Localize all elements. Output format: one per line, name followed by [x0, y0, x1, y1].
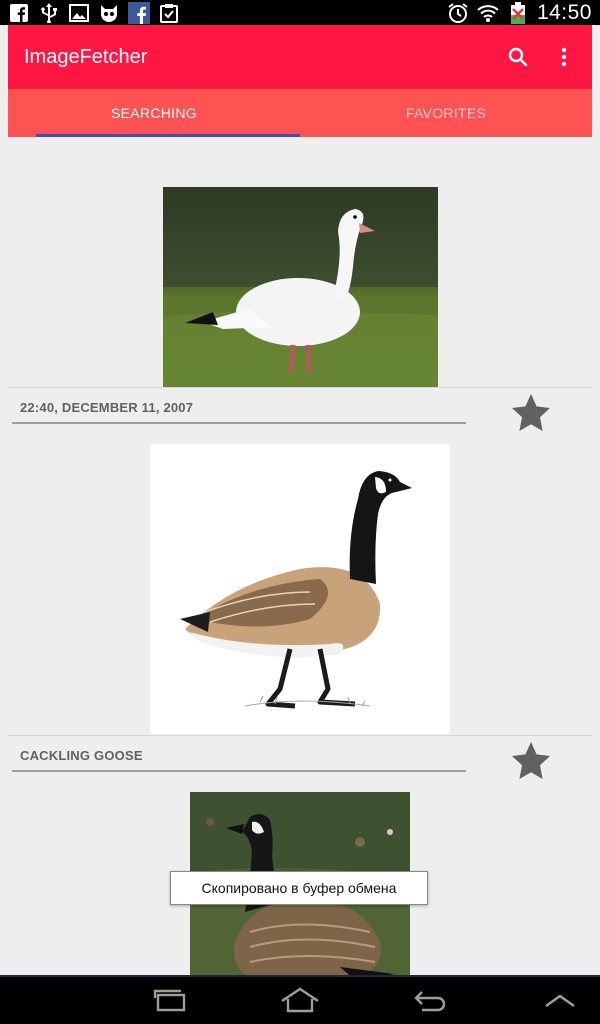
app-toolbar: ImageFetcher: [8, 25, 592, 89]
facebook-app-icon: [128, 1, 150, 24]
list-item[interactable]: Cackling Goose: [8, 735, 592, 784]
white-goose-photo[interactable]: [163, 187, 438, 387]
gallery-icon: [68, 2, 90, 24]
star-icon[interactable]: [510, 740, 552, 782]
alarm-icon: [447, 2, 469, 24]
app-title: ImageFetcher: [24, 45, 148, 68]
home-icon[interactable]: [280, 983, 320, 1017]
search-icon[interactable]: [506, 45, 530, 69]
toast-message: Скопировано в буфер обмена: [170, 871, 428, 905]
caption-underline: [12, 422, 466, 424]
tab-bar: SEARCHING FAVORITES: [8, 89, 592, 137]
canada-goose-illustration[interactable]: [150, 444, 450, 734]
clock: 14:50: [536, 0, 592, 24]
image-list[interactable]: 22:40, December 11, 2007 Cackling Goose: [8, 137, 592, 975]
back-icon[interactable]: [410, 983, 450, 1017]
tab-searching[interactable]: SEARCHING: [8, 89, 300, 137]
system-nav-bar: [0, 975, 600, 1024]
list-item[interactable]: 22:40, December 11, 2007: [8, 387, 592, 436]
caption-underline: [12, 770, 466, 772]
clipboard-check-icon: [158, 2, 180, 24]
more-vert-icon[interactable]: [552, 45, 576, 69]
tab-searching-label: SEARCHING: [111, 105, 197, 121]
battery-charging-icon: [507, 1, 529, 24]
usb-icon: [38, 2, 60, 24]
cat-app-icon: [98, 2, 120, 24]
recent-apps-icon[interactable]: [150, 983, 190, 1017]
menu-up-icon[interactable]: [540, 983, 580, 1017]
facebook-icon: [8, 2, 30, 24]
tab-favorites[interactable]: FAVORITES: [300, 89, 592, 137]
item-caption: 22:40, December 11, 2007: [20, 400, 194, 415]
wifi-icon: [477, 2, 499, 24]
tab-favorites-label: FAVORITES: [405, 105, 487, 121]
star-icon[interactable]: [510, 392, 552, 434]
item-caption: Cackling Goose: [20, 748, 143, 763]
status-bar: 14:50: [0, 0, 600, 25]
